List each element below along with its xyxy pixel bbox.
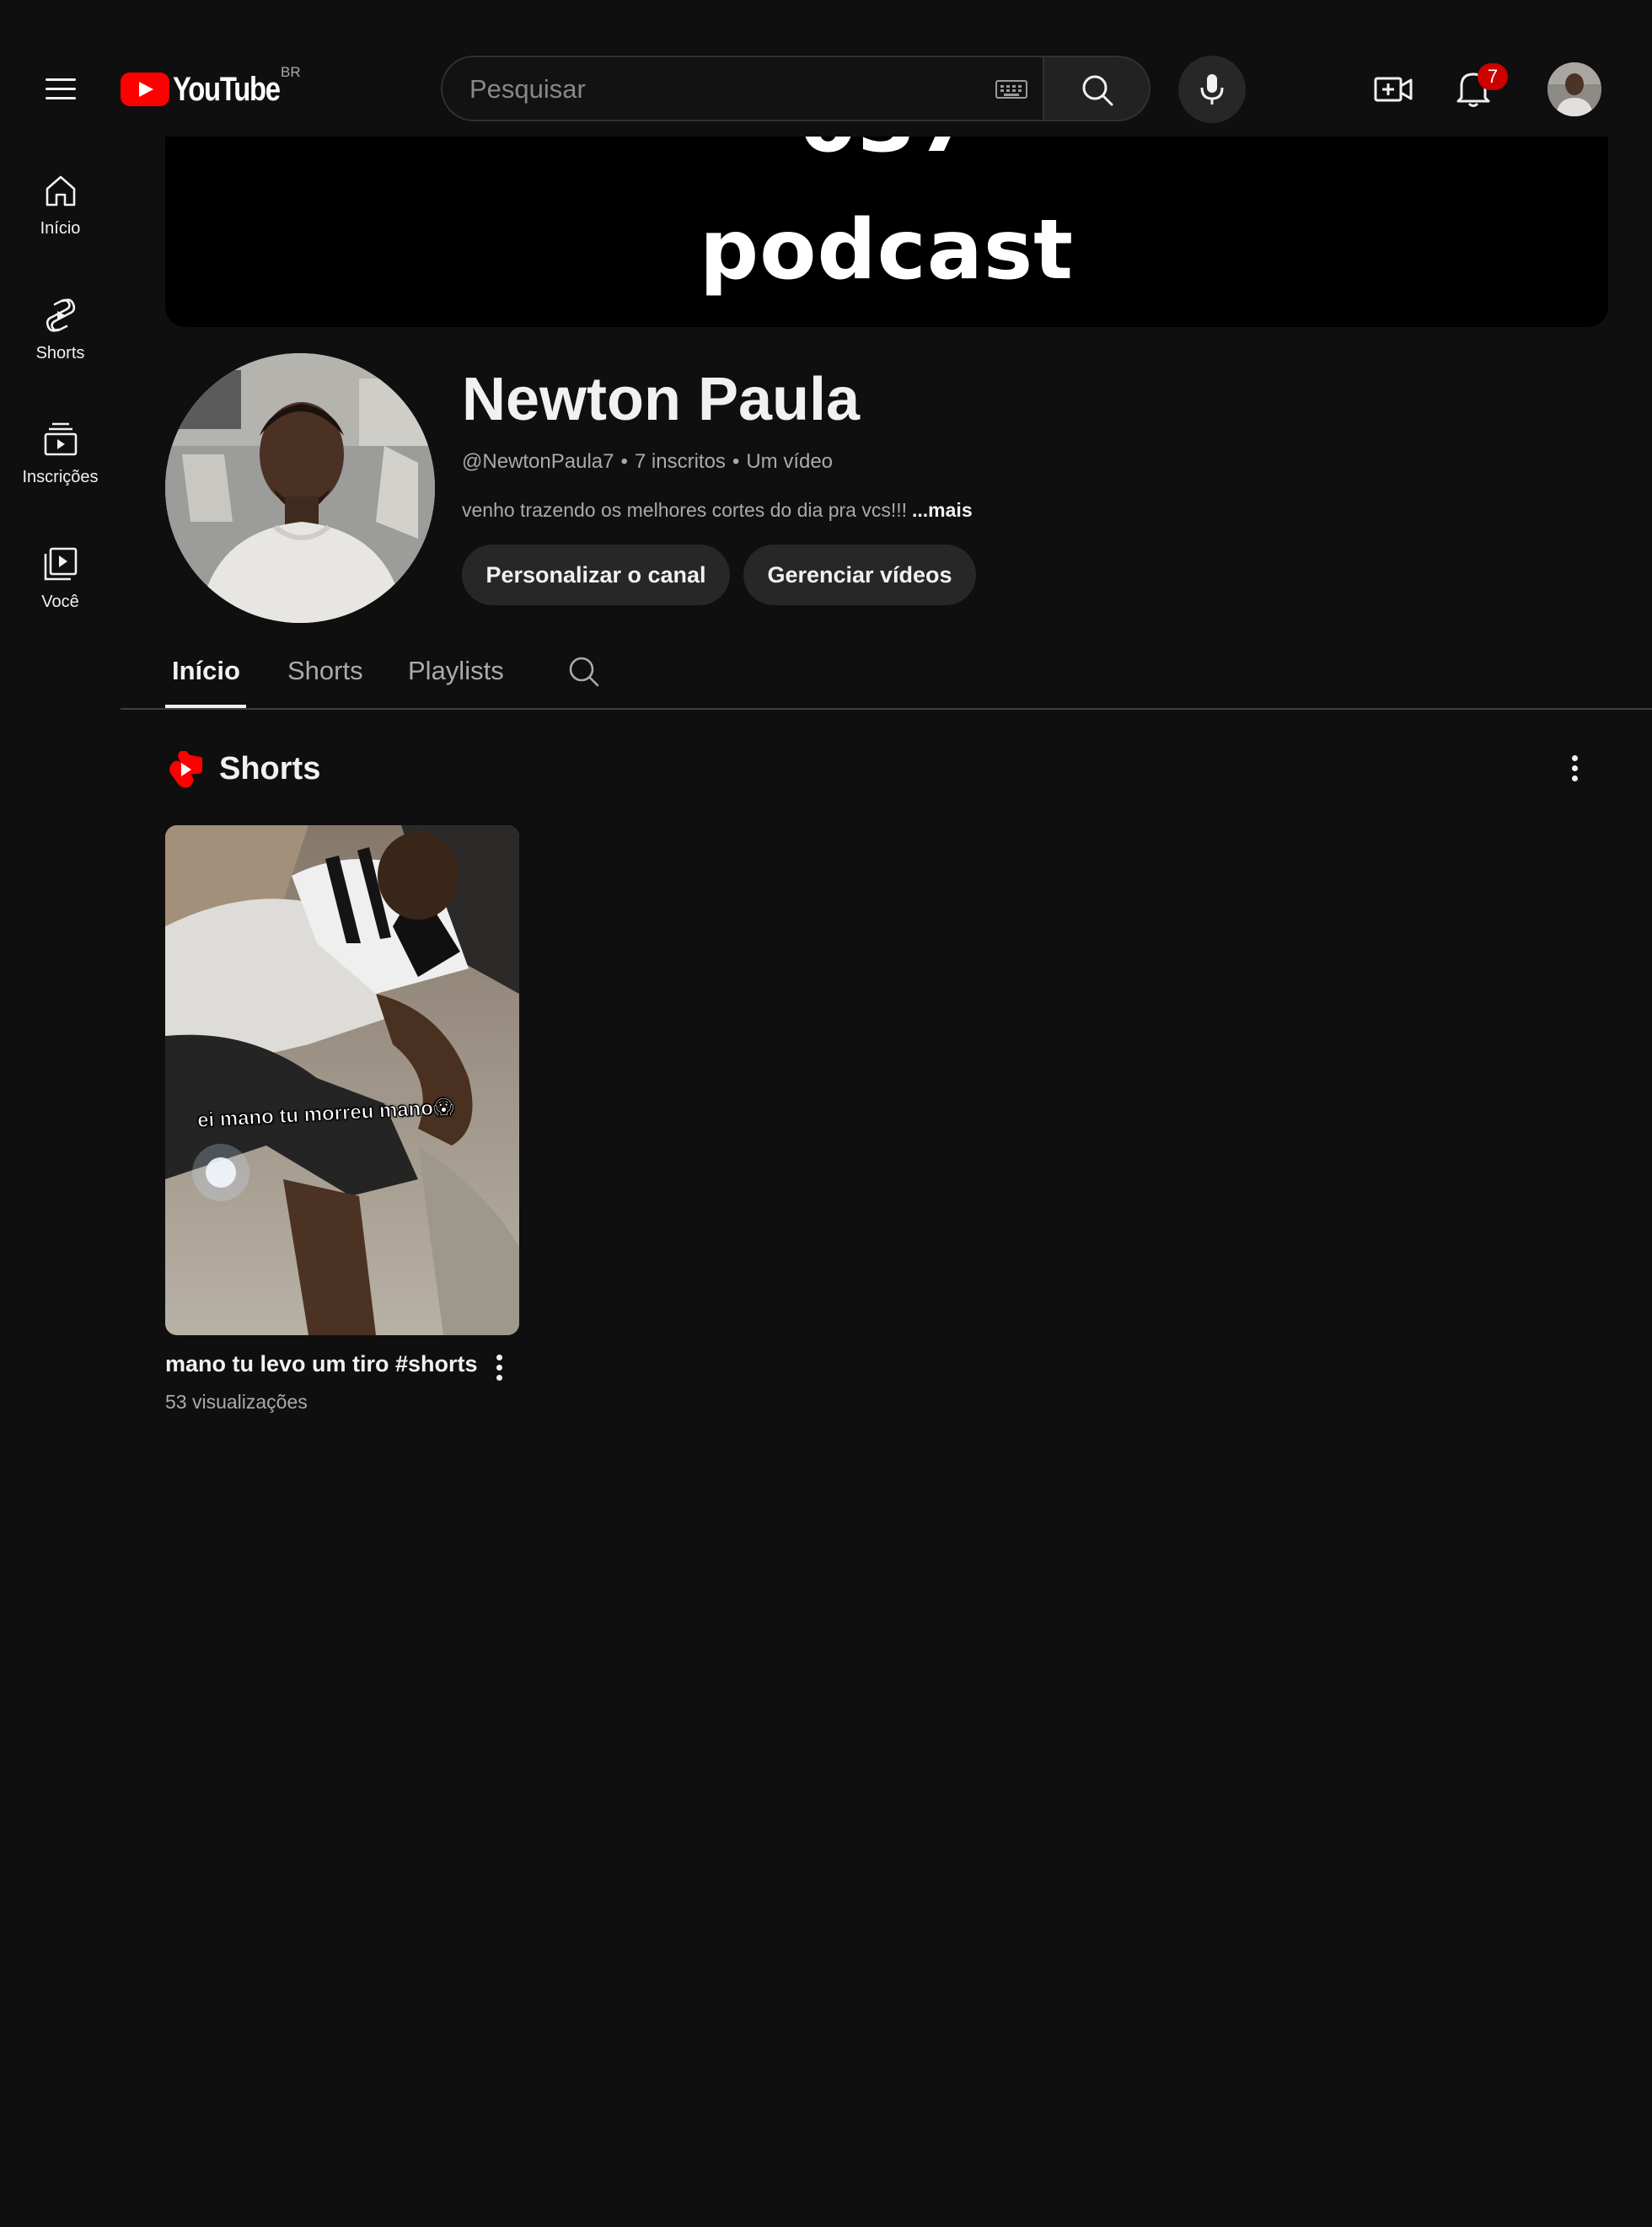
channel-name: Newton Paula — [462, 366, 861, 433]
channel-description-text: venho trazendo os melhores cortes do dia… — [462, 499, 908, 521]
banner-text-top: 037 — [165, 137, 1608, 169]
sidebar-item-home[interactable]: Início — [0, 173, 121, 282]
sidebar-item-label: Shorts — [35, 344, 85, 362]
short-more-options-icon[interactable] — [491, 1350, 507, 1387]
notifications-button[interactable]: 7 — [1455, 63, 1508, 113]
channel-avatar-image — [165, 353, 435, 623]
you-icon — [44, 547, 78, 581]
youtube-logo[interactable]: YouTube BR — [121, 64, 306, 111]
short-title[interactable]: mano tu levo um tiro #shorts — [165, 1349, 478, 1379]
menu-icon[interactable] — [40, 72, 81, 105]
create-video-button[interactable] — [1372, 67, 1416, 111]
sidebar-item-label: Inscrições — [22, 468, 99, 486]
sidebar-item-you[interactable]: Você — [0, 546, 121, 656]
logo-text: YouTube — [173, 71, 281, 108]
shorts-icon — [46, 298, 76, 332]
tab-playlists[interactable]: Playlists — [408, 654, 504, 688]
subscriptions-icon — [44, 422, 78, 456]
tab-home[interactable]: Início — [172, 654, 240, 688]
notification-count-badge: 7 — [1478, 63, 1508, 90]
channel-avatar[interactable] — [165, 353, 435, 623]
sidebar-item-label: Você — [41, 593, 79, 611]
shorts-logo-icon — [169, 751, 202, 788]
account-avatar[interactable] — [1547, 62, 1601, 116]
subscriber-count: 7 inscritos — [634, 450, 726, 473]
sidebar-item-label: Início — [40, 219, 81, 238]
search-button[interactable] — [1044, 56, 1150, 121]
keyboard-icon[interactable] — [995, 80, 1027, 99]
banner-text: podcast — [699, 202, 1075, 298]
tabs-divider — [121, 708, 1652, 710]
microphone-icon — [1200, 74, 1224, 105]
video-add-icon — [1374, 77, 1413, 102]
shorts-section-title: Shorts — [219, 751, 321, 786]
short-thumbnail[interactable]: ei mano tu morreu mano😱 — [165, 825, 519, 1335]
search-input[interactable] — [468, 57, 977, 121]
more-link[interactable]: ...mais — [912, 499, 973, 521]
channel-handle: @NewtonPaula7 — [462, 450, 614, 473]
youtube-play-logo-icon — [121, 72, 169, 106]
meta-separator: • — [732, 450, 740, 473]
country-code: BR — [281, 64, 301, 80]
search-box — [441, 56, 1044, 121]
manage-videos-button[interactable]: Gerenciar vídeos — [743, 545, 976, 605]
sidebar-item-subscriptions[interactable]: Inscrições — [0, 421, 121, 531]
customize-channel-button[interactable]: Personalizar o canal — [462, 545, 730, 605]
tab-shorts[interactable]: Shorts — [287, 654, 363, 688]
sidebar-item-shorts[interactable]: Shorts — [0, 298, 121, 407]
channel-banner: 037 podcast — [165, 137, 1608, 327]
section-more-options-icon[interactable] — [1566, 750, 1583, 787]
short-view-count: 53 visualizações — [165, 1391, 308, 1413]
channel-search-button[interactable] — [566, 654, 600, 688]
meta-separator: • — [620, 450, 628, 473]
short-thumbnail-image — [165, 825, 519, 1335]
video-count: Um vídeo — [746, 450, 834, 473]
home-icon — [46, 175, 76, 207]
search-icon — [1082, 75, 1113, 106]
channel-description[interactable]: venho trazendo os melhores cortes do dia… — [462, 496, 973, 523]
channel-meta: @NewtonPaula7 • 7 inscritos • Um vídeo — [462, 448, 833, 475]
search-icon — [569, 657, 599, 687]
account-avatar-image — [1547, 62, 1601, 116]
masthead: YouTube BR Pesquisar 7 — [0, 0, 1652, 137]
voice-search-button[interactable] — [1178, 56, 1246, 123]
